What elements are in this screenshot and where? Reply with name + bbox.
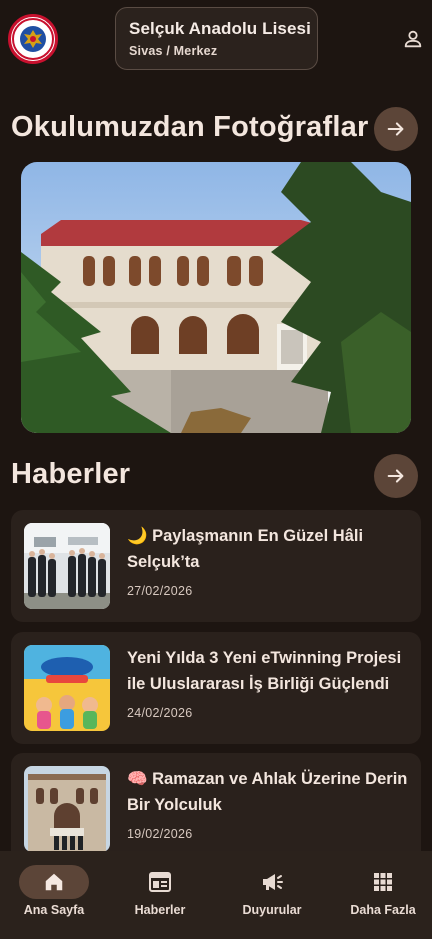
- nav-item-announcements[interactable]: Duyurular: [218, 851, 326, 939]
- arrow-right-icon: [387, 469, 404, 483]
- school-photo[interactable]: [21, 162, 411, 433]
- nav-icon-holder: [237, 865, 307, 899]
- school-selector[interactable]: Selçuk Anadolu Lisesi Sivas / Merkez: [115, 7, 318, 70]
- megaphone-icon: [263, 874, 283, 890]
- home-icon: [45, 873, 63, 891]
- news-date: 24/02/2026: [127, 706, 193, 720]
- photos-section-title: Okulumuzdan Fotoğraflar: [11, 111, 369, 143]
- nav-icon-holder: [125, 865, 195, 899]
- nav-label-more: Daha Fazla: [350, 903, 416, 917]
- news-title: Yeni Yılda 3 Yeni eTwinning Projesi ile …: [127, 649, 402, 693]
- news-section-title: Haberler: [11, 458, 131, 490]
- school-emblem-logo: [8, 14, 58, 64]
- news-date: 19/02/2026: [127, 827, 193, 841]
- news-thumbnail: [24, 766, 110, 852]
- news-date: 27/02/2026: [127, 584, 193, 598]
- grid-icon: [374, 873, 392, 891]
- news-title: 🌙 Paylaşmanın En Güzel Hâli Selçuk’ta: [127, 527, 364, 571]
- person-icon: [404, 30, 422, 48]
- arrow-right-icon: [387, 122, 404, 136]
- bottom-navigation-bar: Ana Sayfa Haberler Duyurular Daha Fazla: [0, 851, 432, 939]
- news-card[interactable]: Yeni Yılda 3 Yeni eTwinning Projesi ile …: [11, 632, 421, 744]
- news-thumbnail: [24, 523, 110, 609]
- nav-label-home: Ana Sayfa: [23, 903, 85, 917]
- school-name: Selçuk Anadolu Lisesi: [129, 19, 311, 38]
- group-photo-image: [24, 523, 110, 609]
- nav-item-news[interactable]: Haberler: [106, 851, 214, 939]
- nav-label-announcements: Duyurular: [242, 903, 302, 917]
- nav-label-news: Haberler: [134, 903, 186, 917]
- news-thumbnail: [24, 645, 110, 731]
- news-title: 🧠 Ramazan ve Ahlak Üzerine Derin Bir Yol…: [127, 770, 408, 814]
- nav-item-home[interactable]: Ana Sayfa: [0, 851, 108, 939]
- emblem-icon: [12, 18, 54, 60]
- photos-see-all-button[interactable]: [374, 107, 418, 151]
- profile-button[interactable]: [398, 24, 428, 54]
- top-bar: Selçuk Anadolu Lisesi Sivas / Merkez: [0, 0, 432, 80]
- etwinning-poster-image: [24, 645, 110, 731]
- nav-icon-holder: [348, 865, 418, 899]
- school-building-image: [21, 162, 411, 433]
- news-see-all-button[interactable]: [374, 454, 418, 498]
- news-card[interactable]: 🌙 Paylaşmanın En Güzel Hâli Selçuk’ta 27…: [11, 510, 421, 622]
- nav-item-more[interactable]: Daha Fazla: [329, 851, 432, 939]
- school-location: Sivas / Merkez: [129, 44, 218, 58]
- nav-active-indicator: [19, 865, 89, 899]
- building-photo-image: [24, 766, 110, 852]
- news-card[interactable]: 🧠 Ramazan ve Ahlak Üzerine Derin Bir Yol…: [11, 753, 421, 865]
- newspaper-icon: [149, 872, 171, 892]
